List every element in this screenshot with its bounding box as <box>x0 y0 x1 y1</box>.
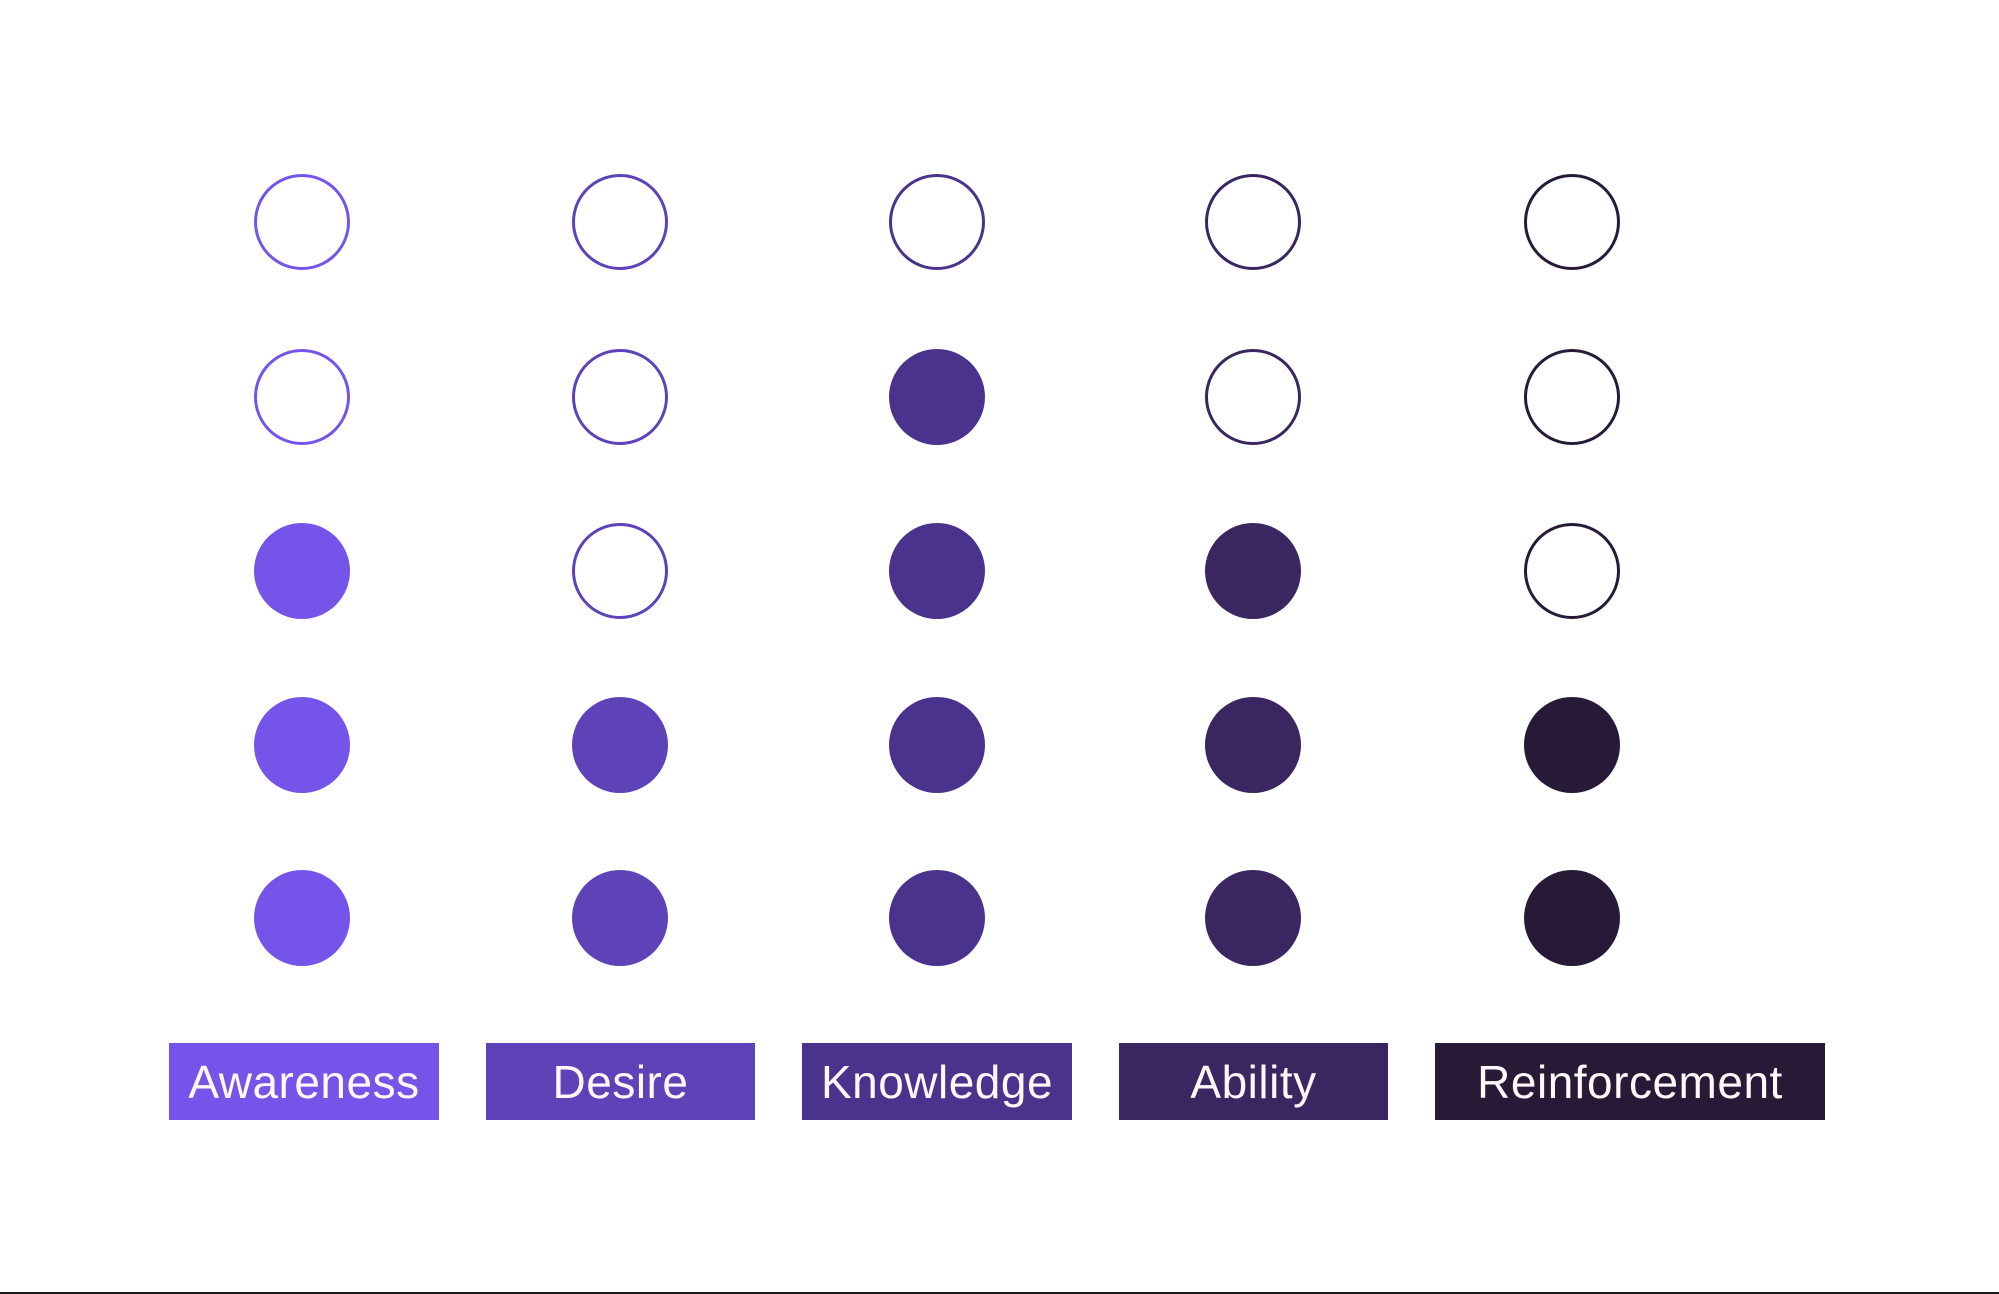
desire-dot-filled <box>572 697 668 793</box>
desire-dot-filled <box>572 870 668 966</box>
awareness-dot-filled <box>254 697 350 793</box>
reinforcement-dot-filled <box>1524 870 1620 966</box>
knowledge-dot-empty <box>889 174 985 270</box>
ability-dot-filled <box>1205 870 1301 966</box>
desire-dot-empty <box>572 349 668 445</box>
reinforcement-dot-empty <box>1524 349 1620 445</box>
stage-label-text: Reinforcement <box>1477 1055 1783 1108</box>
ability-dot-filled <box>1205 697 1301 793</box>
knowledge-dot-filled <box>889 349 985 445</box>
stage-label-reinforcement: Reinforcement <box>1435 1043 1825 1120</box>
stage-label-knowledge: Knowledge <box>802 1043 1072 1120</box>
stage-label-ability: Ability <box>1119 1043 1388 1120</box>
knowledge-dot-filled <box>889 523 985 619</box>
ability-dot-filled <box>1205 523 1301 619</box>
stage-label-text: Knowledge <box>820 1055 1054 1108</box>
stage-label-awareness: Awareness <box>169 1043 439 1120</box>
adkar-dot-diagram: Awareness Desire Knowledge Ability Reinforce… <box>0 0 1999 1294</box>
knowledge-dot-filled <box>889 697 985 793</box>
awareness-dot-empty <box>254 174 350 270</box>
stage-label-text: Desire <box>552 1055 689 1108</box>
reinforcement-dot-empty <box>1524 174 1620 270</box>
stage-label-text: Awareness <box>188 1055 420 1108</box>
stage-label-text: Ability <box>1190 1055 1317 1108</box>
desire-dot-empty <box>572 523 668 619</box>
awareness-dot-filled <box>254 870 350 966</box>
desire-dot-empty <box>572 174 668 270</box>
reinforcement-dot-filled <box>1524 697 1620 793</box>
knowledge-dot-filled <box>889 870 985 966</box>
stage-label-desire: Desire <box>486 1043 755 1120</box>
reinforcement-dot-empty <box>1524 523 1620 619</box>
ability-dot-empty <box>1205 174 1301 270</box>
ability-dot-empty <box>1205 349 1301 445</box>
awareness-dot-filled <box>254 523 350 619</box>
awareness-dot-empty <box>254 349 350 445</box>
